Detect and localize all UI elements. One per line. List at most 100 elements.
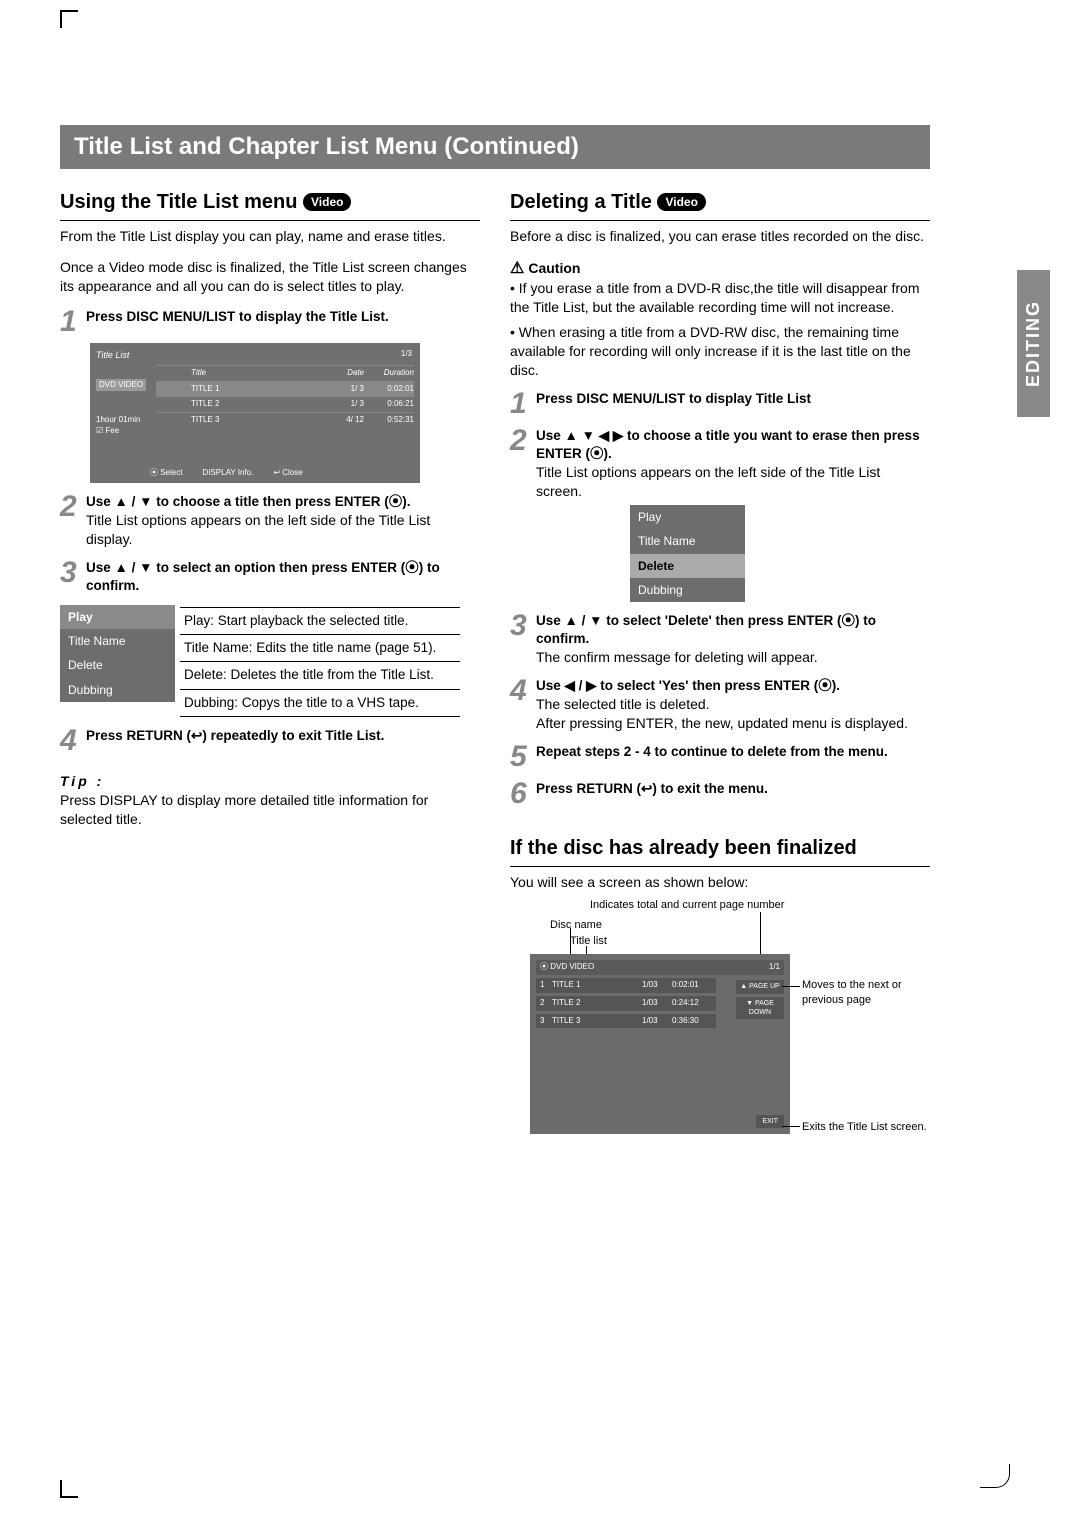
crop-mark xyxy=(60,10,78,28)
step-subtext: After pressing ENTER, the new, updated m… xyxy=(536,714,908,733)
step-text: Use ◀ / ▶ to select 'Yes' then press ENT… xyxy=(536,677,908,695)
fin-top: ⦿ DVD VIDEO 1/1 xyxy=(536,960,784,975)
opt-desc: Delete: Deletes the title from the Title… xyxy=(180,662,460,689)
intro-text: From the Title List display you can play… xyxy=(60,227,480,246)
step-number: 1 xyxy=(510,390,536,417)
intro-text: Once a Video mode disc is finalized, the… xyxy=(60,258,480,296)
crop-mark xyxy=(60,1480,78,1498)
options-descriptions: Play: Start playback the selected title.… xyxy=(180,607,460,717)
list-item: When erasing a title from a DVD-RW disc,… xyxy=(510,323,930,380)
tip-label: Tip : xyxy=(60,772,480,791)
callout: Disc name xyxy=(550,918,602,933)
tl-footer: ⦿ Select DISPLAY Info. ↩ Close xyxy=(150,468,414,479)
step-text: Repeat steps 2 - 4 to continue to delete… xyxy=(536,743,888,770)
options-menu: Play Title Name Delete Dubbing xyxy=(630,505,745,602)
callout: Indicates total and current page number xyxy=(590,898,784,913)
options-menu: Play Title Name Delete Dubbing xyxy=(60,605,175,702)
step-number: 1 xyxy=(60,308,86,335)
tl-foot-item: DISPLAY Info. xyxy=(202,468,253,479)
opt-desc: Play: Start playback the selected title. xyxy=(180,607,460,634)
finalized-screenshot: ⦿ DVD VIDEO 1/1 1TITLE 11/030:02:01 2TIT… xyxy=(530,954,790,1134)
step-text: Press RETURN (↩) to exit the menu. xyxy=(536,780,768,807)
list-item: If you erase a title from a DVD-R disc,t… xyxy=(510,279,930,317)
step-3: 3 Use ▲ / ▼ to select an option then pre… xyxy=(60,559,480,595)
opt-desc: Title Name: Edits the title name (page 5… xyxy=(180,635,460,662)
step-2: 2 Use ▲ ▼ ◀ ▶ to choose a title you want… xyxy=(510,427,930,501)
step-text: Use ▲ / ▼ to choose a title then press E… xyxy=(86,493,480,511)
fin-page-num: 1/1 xyxy=(769,962,780,973)
menu-item-delete: Delete xyxy=(60,653,175,677)
title-list-screenshot: Title List 1/3 DVD VIDEO 1hour 01min ☑ F… xyxy=(90,343,420,483)
step-4: 4 Use ◀ / ▶ to select 'Yes' then press E… xyxy=(510,677,930,733)
tl-row: TITLE 21/ 30:06:21 xyxy=(156,396,414,412)
tl-table-header: TitleDateDuration xyxy=(156,365,414,381)
step-number: 2 xyxy=(510,427,536,501)
fin-disc-name: ⦿ DVD VIDEO xyxy=(540,962,594,973)
step-subtext: The selected title is deleted. xyxy=(536,695,908,714)
left-column: Using the Title List menu Video From the… xyxy=(60,189,480,1134)
callout: Title list xyxy=(570,934,607,949)
menu-item-titlename: Title Name xyxy=(630,529,745,553)
step-text: Press DISC MENU/LIST to display Title Li… xyxy=(536,390,811,417)
exit-button: EXIT xyxy=(756,1115,784,1128)
page-up-button: ▲ PAGE UP xyxy=(736,980,784,993)
step-text: Use ▲ / ▼ to select an option then press… xyxy=(86,559,480,595)
step-subtext: Title List options appears on the left s… xyxy=(536,463,930,501)
step-number: 4 xyxy=(510,677,536,733)
step-number: 2 xyxy=(60,493,86,549)
tl-foot-item: ⦿ Select xyxy=(150,468,182,479)
tl-side-item: DVD VIDEO xyxy=(96,379,146,392)
fin-row: 3TITLE 31/030:36:30 xyxy=(536,1014,716,1029)
step-1: 1 Press DISC MENU/LIST to display Title … xyxy=(510,390,930,417)
menu-item-dubbing: Dubbing xyxy=(60,678,175,702)
right-heading: Deleting a Title Video xyxy=(510,189,930,221)
video-badge: Video xyxy=(657,193,705,211)
fin-page-buttons: ▲ PAGE UP ▼ PAGE DOWN xyxy=(736,980,784,1022)
tip-text: Press DISPLAY to display more detailed t… xyxy=(60,791,480,829)
fin-row: 2TITLE 21/030:24:12 xyxy=(536,996,716,1011)
step-3: 3 Use ▲ / ▼ to select 'Delete' then pres… xyxy=(510,612,930,667)
step-subtext: Title List options appears on the left s… xyxy=(86,511,480,549)
tl-header: Title List xyxy=(96,349,414,361)
menu-item-dubbing: Dubbing xyxy=(630,578,745,602)
menu-item-titlename: Title Name xyxy=(60,629,175,653)
step-1: 1 Press DISC MENU/LIST to display the Ti… xyxy=(60,308,480,335)
step-number: 4 xyxy=(60,727,86,754)
tl-page: 1/3 xyxy=(401,349,412,360)
step-number: 3 xyxy=(60,559,86,595)
step-text: Press DISC MENU/LIST to display the Titl… xyxy=(86,308,389,335)
opt-desc: Dubbing: Copys the title to a VHS tape. xyxy=(180,689,460,716)
tl-row: TITLE 11/ 30:02:01 xyxy=(156,381,414,397)
fin-row: 1TITLE 11/030:02:01 xyxy=(536,978,716,993)
intro-text: Before a disc is finalized, you can eras… xyxy=(510,227,930,246)
finalized-sub: You will see a screen as shown below: xyxy=(510,873,930,892)
menu-item-delete: Delete xyxy=(630,554,745,578)
callout: Exits the Title List screen. xyxy=(802,1120,932,1135)
finalized-diagram: Indicates total and current page number … xyxy=(530,904,904,1134)
step-number: 3 xyxy=(510,612,536,667)
page-title-bar: Title List and Chapter List Menu (Contin… xyxy=(60,125,930,169)
tl-table: TitleDateDuration TITLE 11/ 30:02:01 TIT… xyxy=(156,365,414,428)
step-4: 4 Press RETURN (↩) repeatedly to exit Ti… xyxy=(60,727,480,754)
page-corner-icon xyxy=(980,1464,1010,1488)
finalized-heading: If the disc has already been finalized xyxy=(510,835,930,867)
step-text: Press RETURN (↩) repeatedly to exit Titl… xyxy=(86,727,384,754)
video-badge: Video xyxy=(303,193,351,211)
left-heading: Using the Title List menu Video xyxy=(60,189,480,221)
tl-side-item: 1hour 01min xyxy=(96,415,146,426)
heading-text: Using the Title List menu xyxy=(60,191,297,213)
step-5: 5 Repeat steps 2 - 4 to continue to dele… xyxy=(510,743,930,770)
caution-list: If you erase a title from a DVD-R disc,t… xyxy=(510,279,930,379)
heading-text: Deleting a Title xyxy=(510,191,652,213)
step-6: 6 Press RETURN (↩) to exit the menu. xyxy=(510,780,930,807)
menu-item-play: Play xyxy=(630,505,745,529)
page-down-button: ▼ PAGE DOWN xyxy=(736,997,784,1020)
step-number: 5 xyxy=(510,743,536,770)
step-text: Use ▲ / ▼ to select 'Delete' then press … xyxy=(536,612,930,648)
step-2: 2 Use ▲ / ▼ to choose a title then press… xyxy=(60,493,480,549)
tl-foot-item: ↩ Close xyxy=(273,468,302,479)
menu-item-play: Play xyxy=(60,605,175,629)
step-subtext: The confirm message for deleting will ap… xyxy=(536,648,930,667)
step-text: Use ▲ ▼ ◀ ▶ to choose a title you want t… xyxy=(536,427,930,463)
right-column: Deleting a Title Video Before a disc is … xyxy=(510,189,930,1134)
